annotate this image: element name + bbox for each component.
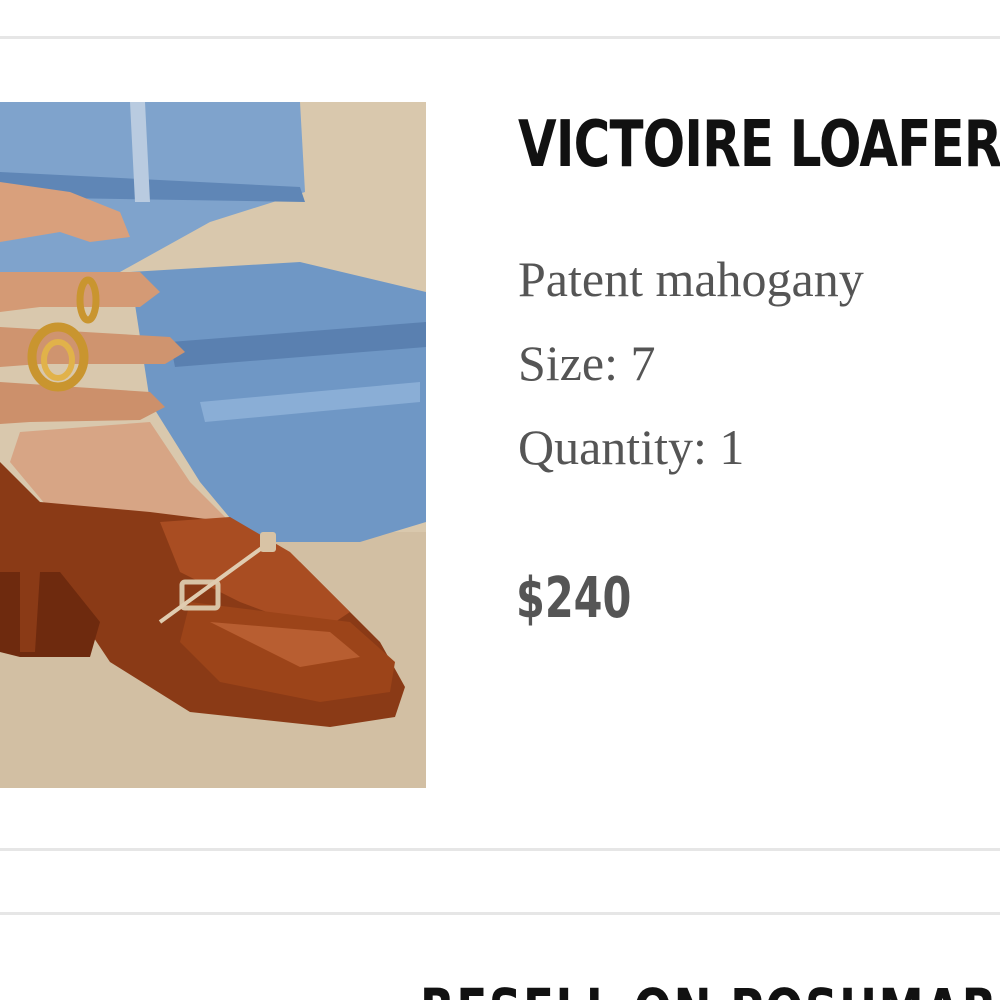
product-size: Size: 7 — [518, 335, 656, 391]
product-image[interactable] — [0, 102, 426, 788]
product-color: Patent mahogany — [518, 251, 864, 307]
resell-on-poshmark-button[interactable]: RESELL ON POSHMARK — [420, 976, 1000, 1000]
section-divider — [0, 848, 1000, 851]
product-quantity: Quantity: 1 — [518, 419, 745, 475]
order-item-page: VICTOIRE LOAFERS Patent mahogany Size: 7… — [0, 0, 1000, 1000]
product-title[interactable]: VICTOIRE LOAFERS — [518, 108, 1000, 182]
top-divider — [0, 36, 1000, 39]
product-photo — [0, 102, 426, 788]
section-divider-lower — [0, 912, 1000, 915]
product-price: $240 — [516, 566, 632, 631]
